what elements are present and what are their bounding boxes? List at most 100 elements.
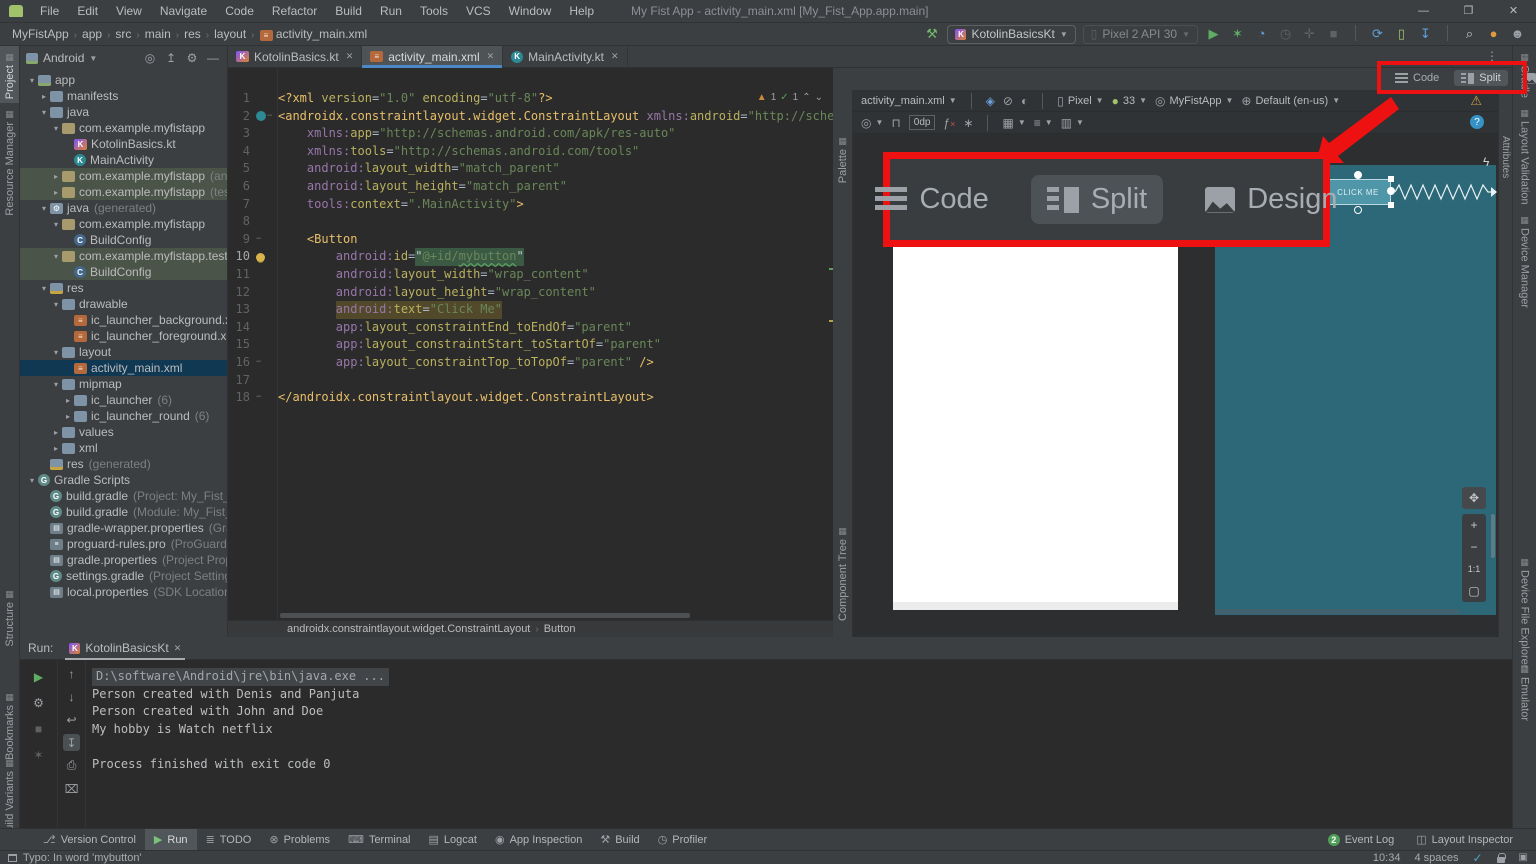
ide-update-icon[interactable]: ● xyxy=(1485,25,1502,43)
tab-KotolinBasics.kt[interactable]: KKotolinBasics.kt✕ xyxy=(228,46,362,67)
tree-item[interactable]: ▾layout xyxy=(20,344,227,360)
tree-item[interactable]: ▾GGradle Scripts xyxy=(20,472,227,488)
sidebar-item-device-manager[interactable]: ▦Device Manager xyxy=(1513,209,1536,312)
toolwindow-button-run[interactable]: ▶Run xyxy=(145,829,197,851)
guidelines-icon[interactable]: ▥▼ xyxy=(1061,116,1084,130)
menu-run[interactable]: Run xyxy=(371,4,411,18)
tree-toggle-icon[interactable]: ▸ xyxy=(50,188,62,197)
tree-item[interactable]: ▸ic_launcher(6) xyxy=(20,392,227,408)
frame-icon[interactable]: ✶ xyxy=(30,746,47,763)
sync-check-icon[interactable]: ✓ xyxy=(1472,851,1482,864)
tree-toggle-icon[interactable]: ▸ xyxy=(50,172,62,181)
breadcrumb-item[interactable]: res xyxy=(182,27,203,41)
search-everywhere-icon[interactable]: ⌕ xyxy=(1461,25,1478,43)
hide-panel-icon[interactable]: — xyxy=(205,51,221,65)
sidebar-item-device-file-explorer[interactable]: ▦Device File Explorer xyxy=(1513,551,1536,672)
tree-item[interactable]: ▤gradle-wrapper.properties(Gradle Ver xyxy=(20,520,227,536)
tree-item[interactable]: ≡ic_launcher_background.xml xyxy=(20,312,227,328)
tree-item[interactable]: ≡ic_launcher_foreground.xml(v2 xyxy=(20,328,227,344)
toolwindow-button-build[interactable]: ⚒Build xyxy=(591,829,648,851)
tree-toggle-icon[interactable]: ▾ xyxy=(50,124,62,133)
breadcrumb-item[interactable]: src xyxy=(113,27,133,41)
menu-tools[interactable]: Tools xyxy=(411,4,457,18)
fold-icon[interactable]: − xyxy=(256,389,261,407)
close-icon[interactable]: ✕ xyxy=(174,643,182,654)
tree-toggle-icon[interactable]: ▾ xyxy=(50,380,62,389)
toolwindow-button-profiler[interactable]: ◷Profiler xyxy=(649,829,716,851)
toolwindow-button-app-inspection[interactable]: ◉App Inspection xyxy=(486,829,591,851)
tree-item[interactable]: KKotolinBasics.kt xyxy=(20,136,227,152)
settings-icon[interactable]: ⚙ xyxy=(30,694,47,711)
toolwindow-button-terminal[interactable]: ⌨Terminal xyxy=(339,829,419,851)
run-tab[interactable]: K KotolinBasicsKt ✕ xyxy=(63,637,187,660)
code-area[interactable]: 1<?xml version="1.0" encoding="utf-8"?>2… xyxy=(228,68,833,620)
related-activity-icon[interactable] xyxy=(256,111,266,121)
close-icon[interactable]: ✕ xyxy=(611,51,619,62)
menu-window[interactable]: Window xyxy=(500,4,561,18)
menu-build[interactable]: Build xyxy=(326,4,371,18)
tree-toggle-icon[interactable]: ▾ xyxy=(26,76,38,85)
editor-breadcrumb-item[interactable]: Button xyxy=(542,623,578,635)
tree-item[interactable]: CBuildConfig xyxy=(20,264,227,280)
sidebar-item-resource-manager[interactable]: ▦Resource Manager xyxy=(0,103,19,220)
tree-item[interactable]: ▾res xyxy=(20,280,227,296)
design-tab-component-tree[interactable]: ▦Component Tree xyxy=(833,520,852,625)
maximize-button[interactable]: ❐ xyxy=(1446,0,1491,22)
settings-gear-icon[interactable]: ⚙ xyxy=(184,51,200,65)
tree-toggle-icon[interactable]: ▾ xyxy=(38,204,50,213)
sidebar-item-emulator[interactable]: ▦Emulator xyxy=(1513,658,1536,725)
zoomed-mode-button-code[interactable]: Code xyxy=(859,175,1004,224)
intention-bulb-icon[interactable] xyxy=(256,253,265,262)
no-preview-icon[interactable]: ⊘ xyxy=(1003,94,1013,108)
tree-item[interactable]: ▸xml xyxy=(20,440,227,456)
next-problem-icon[interactable]: ⌄ xyxy=(815,92,823,103)
menu-code[interactable]: Code xyxy=(216,4,263,18)
tree-item[interactable]: ▸ic_launcher_round(6) xyxy=(20,408,227,424)
selection-handle[interactable] xyxy=(1388,176,1394,182)
design-horizontal-scrollbar[interactable] xyxy=(1215,609,1459,614)
breadcrumb-item[interactable]: app xyxy=(80,27,104,41)
statusbar-button-event-log[interactable]: 2Event Log xyxy=(1319,829,1404,851)
caret-position[interactable]: 10:34 xyxy=(1373,852,1401,864)
tree-item[interactable]: ≡activity_main.xml xyxy=(20,360,227,376)
indent-setting[interactable]: 4 spaces xyxy=(1414,852,1458,864)
design-preview-screen[interactable] xyxy=(893,245,1178,610)
profile-avatar-icon[interactable]: ☻ xyxy=(1509,25,1526,43)
device-for-preview-select[interactable]: ▯ Pixel ▼ xyxy=(1057,94,1103,108)
collapse-all-icon[interactable]: ↥ xyxy=(163,51,179,65)
zoom-in-button[interactable]: + xyxy=(1462,514,1486,536)
tree-toggle-icon[interactable]: ▸ xyxy=(50,428,62,437)
prev-problem-icon[interactable]: ⌃ xyxy=(802,92,810,103)
tree-item[interactable]: ▾com.example.myfistapp.test xyxy=(20,248,227,264)
tree-toggle-icon[interactable]: ▾ xyxy=(38,108,50,117)
device-select[interactable]: ▯ Pixel 2 API 30 ▼ xyxy=(1083,25,1198,44)
minimize-button[interactable]: — xyxy=(1401,0,1446,22)
run-configuration-select[interactable]: K KotolinBasicsKt ▼ xyxy=(947,25,1075,44)
zoom-fit-button[interactable]: ▢ xyxy=(1462,580,1486,602)
surface-layers-icon[interactable]: ◈ xyxy=(986,94,995,108)
breadcrumb-file[interactable]: ≡ activity_main.xml xyxy=(258,27,370,41)
build-hammer-icon[interactable]: ⚒ xyxy=(923,25,940,43)
tree-item[interactable]: ▤local.properties(SDK Location) xyxy=(20,584,227,600)
pan-hand-button[interactable]: ✥ xyxy=(1462,487,1486,509)
zoom-actual-button[interactable]: 1:1 xyxy=(1462,558,1486,580)
device-manager-icon[interactable]: ▯ xyxy=(1393,25,1410,43)
pack-icon[interactable]: ▦▼ xyxy=(1002,116,1025,130)
rerun-icon[interactable]: ▶ xyxy=(30,668,47,685)
run-console[interactable]: D:\software\Android\jre\bin\java.exe ...… xyxy=(86,660,1512,828)
sync-gradle-icon[interactable]: ⟳ xyxy=(1369,25,1386,43)
fold-icon[interactable]: − xyxy=(267,108,272,126)
menu-edit[interactable]: Edit xyxy=(68,4,107,18)
sidebar-item-project[interactable]: ▦Project xyxy=(0,46,19,103)
constraint-anchor-top[interactable] xyxy=(1354,171,1362,179)
toolwindow-button-todo[interactable]: ≣TODO xyxy=(197,829,261,851)
tree-toggle-icon[interactable]: ▾ xyxy=(50,252,62,261)
tree-item[interactable]: Gsettings.gradle(Project Settings) xyxy=(20,568,227,584)
editor-horizontal-scrollbar[interactable] xyxy=(280,613,690,618)
locate-file-icon[interactable]: ◎ xyxy=(142,51,158,65)
stop-icon[interactable]: ■ xyxy=(1325,25,1342,43)
tree-item[interactable]: ▤gradle.properties(Project Properties) xyxy=(20,552,227,568)
tree-item[interactable]: KMainActivity xyxy=(20,152,227,168)
toolwindow-button-problems[interactable]: ⊗Problems xyxy=(260,829,339,851)
night-mode-icon[interactable]: ◐ xyxy=(1021,94,1028,108)
